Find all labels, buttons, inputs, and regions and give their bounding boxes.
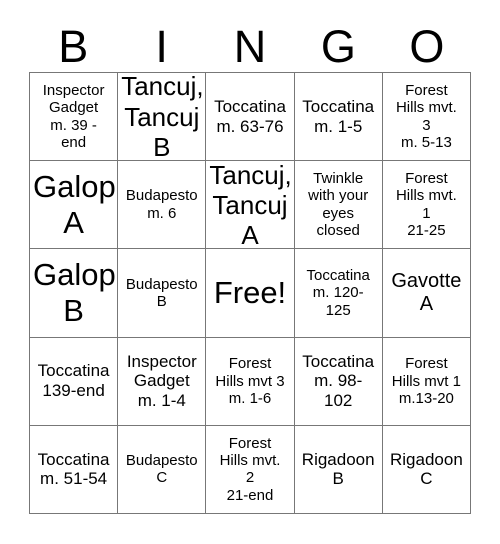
- bingo-cell-label: Toccatina m. 98- 102: [302, 351, 375, 411]
- bingo-cell-label: Gavotte A: [391, 269, 462, 315]
- bingo-header-letter-n: N: [233, 21, 267, 72]
- bingo-header-letter-b: B: [58, 21, 89, 72]
- bingo-cell-r1c1[interactable]: Inspector Gadget m. 39 - end: [30, 73, 119, 162]
- bingo-cell-label: Rigadoon B: [301, 449, 375, 489]
- bingo-cell-label: Galop B: [33, 257, 116, 328]
- bingo-header-letter-o: O: [409, 21, 445, 72]
- bingo-cell-r2c4[interactable]: Twinkle with your eyes closed: [294, 161, 383, 250]
- bingo-header-letter-g: G: [320, 21, 356, 72]
- bingo-cell-r4c1[interactable]: Toccatina 139-end: [30, 337, 119, 426]
- bingo-cell-r5c3[interactable]: Forest Hills mvt. 2 21-end: [206, 425, 295, 514]
- bingo-cell-label: Forest Hills mvt. 3 m. 5-13: [395, 81, 457, 151]
- bingo-cell-label: Tancuj, Tancuj A: [209, 161, 292, 250]
- bingo-cell-label: Forest Hills mvt. 1 21-25: [395, 170, 457, 240]
- bingo-cell-r1c2[interactable]: Tancuj, Tancuj B: [118, 73, 207, 162]
- bingo-cell-r3c4[interactable]: Toccatina m. 120- 125: [294, 249, 383, 338]
- bingo-cell-label: Toccatina m. 1-5: [302, 96, 375, 136]
- bingo-header-letter-i: I: [155, 21, 168, 72]
- bingo-cell-r4c4[interactable]: Toccatina m. 98- 102: [294, 337, 383, 426]
- bingo-card: B I N G O Inspector Gadget m. 39 - end T…: [0, 0, 500, 544]
- bingo-cell-label: Forest Hills mvt. 2 21-end: [219, 434, 281, 504]
- bingo-cell-r2c2[interactable]: Budapesto m. 6: [118, 161, 207, 250]
- bingo-cell-label: Budapesto C: [125, 452, 198, 487]
- bingo-cell-label: Galop A: [33, 168, 116, 240]
- bingo-cell-r1c5[interactable]: Forest Hills mvt. 3 m. 5-13: [382, 73, 471, 162]
- bingo-cell-label: Toccatina 139-end: [37, 361, 110, 401]
- bingo-cell-r5c5[interactable]: Rigadoon C: [382, 425, 471, 514]
- bingo-cell-label: Inspector Gadget m. 1-4: [126, 351, 197, 411]
- bingo-cell-r4c2[interactable]: Inspector Gadget m. 1-4: [118, 337, 207, 426]
- bingo-cell-r4c3[interactable]: Forest Hills mvt 3 m. 1-6: [206, 337, 295, 426]
- bingo-cell-r3c5[interactable]: Gavotte A: [382, 249, 471, 338]
- bingo-cell-label: Rigadoon C: [390, 449, 463, 489]
- bingo-cell-label: Toccatina m. 51-54: [37, 449, 110, 489]
- bingo-cell-free-space[interactable]: Free!: [206, 249, 295, 338]
- bingo-cell-label: Forest Hills mvt 1 m.13-20: [391, 355, 461, 407]
- bingo-cell-r5c2[interactable]: Budapesto C: [118, 425, 207, 514]
- bingo-cell-r2c1[interactable]: Galop A: [30, 161, 119, 250]
- bingo-grid: Inspector Gadget m. 39 - end Tancuj, Tan…: [29, 72, 471, 514]
- bingo-cell-label: Inspector Gadget m. 39 - end: [42, 81, 105, 151]
- bingo-cell-r5c1[interactable]: Toccatina m. 51-54: [30, 425, 119, 514]
- bingo-cell-label: Tancuj, Tancuj B: [121, 73, 204, 162]
- bingo-cell-r2c3[interactable]: Tancuj, Tancuj A: [206, 161, 295, 250]
- bingo-cell-label: Budapesto B: [125, 275, 198, 310]
- bingo-cell-r4c5[interactable]: Forest Hills mvt 1 m.13-20: [382, 337, 471, 426]
- bingo-cell-r2c5[interactable]: Forest Hills mvt. 1 21-25: [382, 161, 471, 250]
- bingo-header-row: B I N G O: [29, 6, 471, 72]
- bingo-cell-label: Forest Hills mvt 3 m. 1-6: [215, 355, 285, 407]
- bingo-cell-r3c2[interactable]: Budapesto B: [118, 249, 207, 338]
- bingo-cell-r5c4[interactable]: Rigadoon B: [294, 425, 383, 514]
- bingo-cell-label: Budapesto m. 6: [125, 187, 198, 222]
- bingo-free-space-label: Free!: [213, 275, 287, 311]
- bingo-cell-r1c4[interactable]: Toccatina m. 1-5: [294, 73, 383, 162]
- bingo-cell-r3c1[interactable]: Galop B: [30, 249, 119, 338]
- bingo-cell-label: Toccatina m. 63-76: [214, 96, 286, 136]
- bingo-cell-label: Toccatina m. 120- 125: [306, 266, 370, 319]
- bingo-cell-r1c3[interactable]: Toccatina m. 63-76: [206, 73, 295, 162]
- bingo-cell-label: Twinkle with your eyes closed: [308, 170, 369, 240]
